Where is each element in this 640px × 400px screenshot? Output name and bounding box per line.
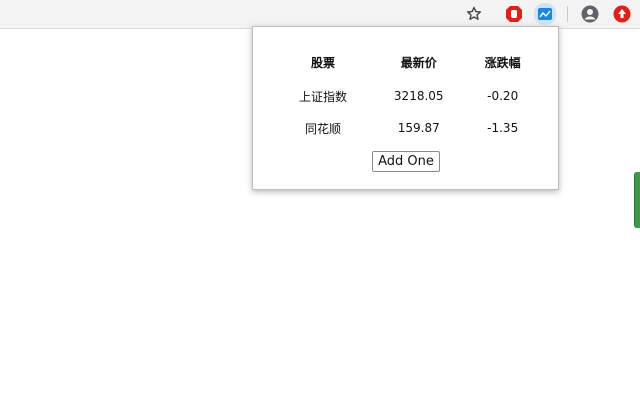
stock-change: -0.20 (487, 89, 519, 103)
column-header-price: 最新价 (400, 55, 437, 70)
stock-name: 同花顺 (305, 121, 342, 136)
stock-popup: 股票 最新价 涨跌幅 上证指数 3218.05 -0.20 同花顺 159.87… (252, 26, 559, 190)
stock-price: 159.87 (397, 121, 440, 135)
browser-toolbar (0, 0, 640, 29)
account-icon[interactable] (580, 4, 600, 24)
stock-change: -1.35 (487, 121, 519, 135)
column-header-change: 涨跌幅 (484, 55, 521, 70)
toolbar-separator (567, 6, 568, 22)
table-header-row: 股票 最新价 涨跌幅 (276, 44, 538, 80)
stock-name: 上证指数 (299, 89, 348, 104)
add-one-button[interactable]: Add One (372, 151, 440, 172)
table-row: 同花顺 159.87 -1.35 (276, 112, 538, 144)
column-header-stock: 股票 (311, 55, 336, 70)
stock-table: 股票 最新价 涨跌幅 上证指数 3218.05 -0.20 同花顺 159.87… (276, 44, 538, 144)
stock-extension-icon[interactable] (534, 3, 556, 25)
star-icon[interactable] (464, 4, 484, 24)
stock-price: 3218.05 (393, 89, 444, 103)
red-hand-extension-icon[interactable] (504, 4, 524, 24)
side-scroll-handle[interactable] (634, 172, 640, 228)
table-row: 上证指数 3218.05 -0.20 (276, 80, 538, 112)
red-upload-extension-icon[interactable] (612, 4, 632, 24)
